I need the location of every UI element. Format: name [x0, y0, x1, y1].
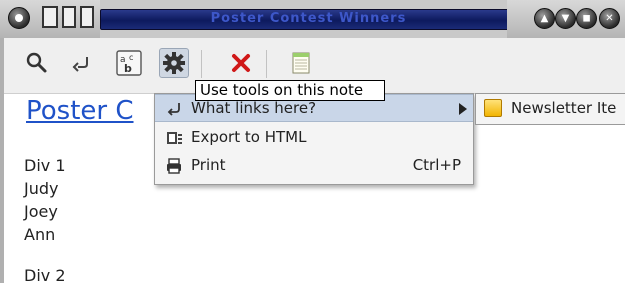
- minimize-icon[interactable]: [42, 6, 58, 28]
- window-menu-icon[interactable]: [8, 7, 30, 29]
- note-icon: [484, 99, 502, 117]
- search-icon[interactable]: [22, 48, 52, 78]
- menu-item-label: Export to HTML: [191, 128, 307, 146]
- note-line: Judy: [24, 179, 59, 198]
- notebook-icon[interactable]: [286, 48, 316, 78]
- menu-item-export-html[interactable]: Export to HTML: [155, 124, 473, 152]
- printer-icon: [165, 157, 183, 175]
- title-bar: Poster Contest Winners ▲ ▼ ◼ ✕: [0, 0, 625, 39]
- tooltip: Use tools on this note: [195, 80, 385, 101]
- submenu-item-label: Newsletter Ite: [511, 99, 617, 117]
- title-strip[interactable]: Poster Contest Winners: [100, 9, 517, 30]
- roll-up-icon[interactable]: ▲: [534, 8, 555, 29]
- link-arrow-icon: [165, 100, 183, 118]
- submenu-arrow-icon: [459, 103, 467, 115]
- gear-icon[interactable]: [159, 48, 189, 78]
- titlebar-right-controls: ▲ ▼ ◼ ✕: [507, 0, 625, 38]
- close-icon[interactable]: ✕: [599, 8, 620, 29]
- menu-item-label: What links here?: [191, 99, 317, 117]
- menu-item-shortcut: Ctrl+P: [412, 156, 461, 174]
- note-title[interactable]: Poster C: [26, 96, 134, 126]
- window-title: Poster Contest Winners: [210, 11, 407, 26]
- submenu-item-newsletter[interactable]: Newsletter Ite: [476, 94, 625, 124]
- links-submenu: Newsletter Ite: [475, 93, 625, 125]
- shade-icon[interactable]: [62, 6, 76, 28]
- maximize-icon[interactable]: ◼: [576, 8, 597, 29]
- menu-item-label: Print: [191, 156, 226, 174]
- toolbar-separator: [201, 50, 202, 78]
- tools-menu: What links here? Export to HTML Print Ct…: [154, 93, 474, 185]
- iconify-icon[interactable]: ▼: [555, 8, 576, 29]
- note-line: Div 1: [24, 156, 66, 175]
- link-back-icon[interactable]: [68, 48, 98, 78]
- note-line: Ann: [24, 225, 56, 244]
- export-html-icon: [165, 129, 183, 147]
- toolbar-separator: [266, 50, 267, 78]
- note-line: Joey: [24, 202, 58, 221]
- delete-icon[interactable]: [226, 48, 256, 78]
- svg-text:c: c: [129, 53, 133, 62]
- svg-text:b: b: [124, 62, 132, 75]
- spellcheck-icon[interactable]: acb: [114, 48, 144, 78]
- titlebar-left-controls: [0, 0, 100, 38]
- sticky-icon[interactable]: [80, 6, 94, 28]
- menu-item-print[interactable]: Print Ctrl+P: [155, 152, 473, 180]
- note-line: Div 2: [24, 266, 66, 285]
